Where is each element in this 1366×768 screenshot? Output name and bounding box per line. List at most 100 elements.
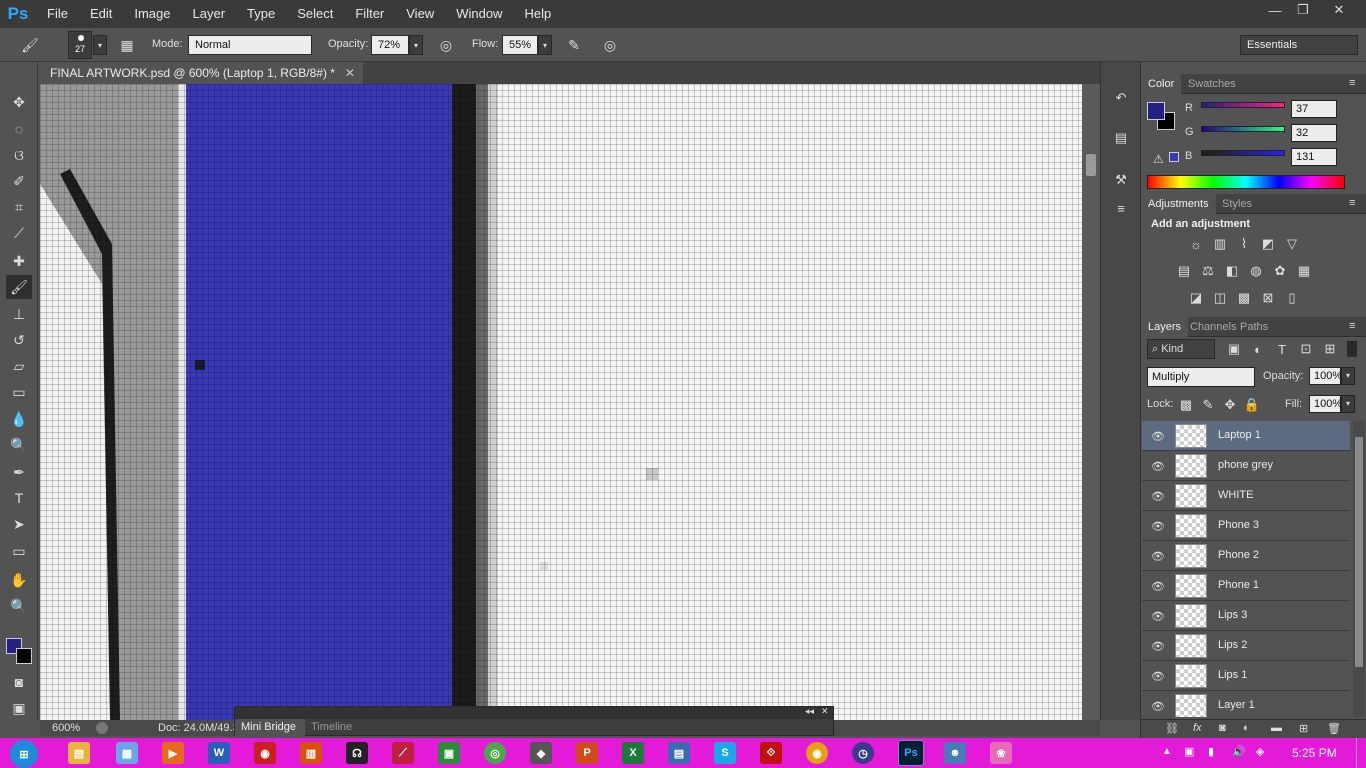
- layer-row[interactable]: 👁 Phone 2: [1142, 541, 1350, 571]
- flow-input[interactable]: 55%: [502, 35, 538, 55]
- threshold-icon[interactable]: ▩: [1235, 289, 1253, 307]
- menu-layer[interactable]: Layer: [182, 0, 237, 28]
- app-icon[interactable]: ⟋: [392, 742, 414, 764]
- brush-size-picker[interactable]: 27: [68, 31, 92, 59]
- close-panel-icon[interactable]: ✕: [821, 706, 829, 717]
- move-tool-icon[interactable]: ✥: [6, 90, 32, 114]
- app-icon[interactable]: ▣: [438, 742, 460, 764]
- powerpoint-icon[interactable]: P: [576, 742, 598, 764]
- menu-filter[interactable]: Filter: [344, 0, 395, 28]
- opacity-input[interactable]: 72%: [371, 35, 409, 55]
- panel-menu-icon[interactable]: ≡: [1349, 197, 1355, 209]
- channel-mixer-icon[interactable]: ✿: [1271, 262, 1289, 280]
- layer-row[interactable]: 👁 phone grey: [1142, 451, 1350, 481]
- layer-opacity-input[interactable]: 100%: [1309, 367, 1342, 385]
- gamut-warning-icon[interactable]: ⚠: [1153, 152, 1164, 166]
- tray-app-icon[interactable]: ▣: [1184, 745, 1194, 758]
- layer-row[interactable]: 👁 Lips 3: [1142, 601, 1350, 631]
- skype-icon[interactable]: S: [714, 742, 736, 764]
- zoom-level[interactable]: 600%: [52, 722, 80, 734]
- history-brush-tool-icon[interactable]: ↺: [6, 328, 32, 352]
- eye-icon[interactable]: 👁: [1151, 519, 1165, 533]
- filter-pixel-icon[interactable]: ▣: [1225, 340, 1243, 358]
- channel-g-input[interactable]: 32: [1291, 124, 1337, 142]
- network-icon[interactable]: ▮: [1208, 745, 1214, 758]
- channel-r-input[interactable]: 37: [1291, 100, 1337, 118]
- quick-selection-tool-icon[interactable]: ✐: [6, 169, 32, 193]
- eye-icon[interactable]: 👁: [1151, 489, 1165, 503]
- tray-expand-icon[interactable]: ▲: [1162, 746, 1172, 757]
- rectangle-tool-icon[interactable]: ▭: [6, 539, 32, 563]
- close-window-button[interactable]: ✕: [1324, 0, 1354, 20]
- eye-icon[interactable]: 👁: [1151, 429, 1165, 443]
- filter-adjustment-icon[interactable]: ◐: [1249, 340, 1267, 358]
- layers-scrollbar[interactable]: [1353, 421, 1365, 717]
- history-icon[interactable]: ↶: [1111, 88, 1131, 108]
- curves-icon[interactable]: ⌇: [1235, 235, 1253, 253]
- color-spectrum-ramp[interactable]: [1147, 175, 1345, 189]
- eye-icon[interactable]: 👁: [1151, 459, 1165, 473]
- fill-dropdown[interactable]: ▾: [1341, 395, 1355, 413]
- fx-icon[interactable]: fx: [1193, 722, 1202, 734]
- app-icon[interactable]: ◉: [806, 742, 828, 764]
- mode-select[interactable]: Normal: [188, 35, 312, 55]
- app-icon[interactable]: ❀: [990, 742, 1012, 764]
- color-panel-foreground-swatch[interactable]: [1147, 102, 1165, 120]
- workspace-select[interactable]: Essentials: [1240, 35, 1358, 55]
- tab-swatches[interactable]: Swatches: [1181, 74, 1243, 94]
- lock-all-icon[interactable]: 🔒: [1243, 396, 1261, 414]
- channel-b-input[interactable]: 131: [1291, 148, 1337, 166]
- vibrance-icon[interactable]: ▽: [1283, 235, 1301, 253]
- lock-transparency-icon[interactable]: ▩: [1177, 396, 1195, 414]
- layers-scroll-thumb[interactable]: [1355, 437, 1363, 667]
- explorer-icon[interactable]: ▤: [68, 742, 90, 764]
- menu-select[interactable]: Select: [286, 0, 344, 28]
- black-white-icon[interactable]: ◧: [1223, 262, 1241, 280]
- show-desktop-button[interactable]: [1356, 738, 1366, 768]
- tab-color[interactable]: Color: [1141, 74, 1182, 94]
- eye-icon[interactable]: 👁: [1151, 699, 1165, 713]
- tab-paths[interactable]: Paths: [1233, 317, 1275, 337]
- lock-image-icon[interactable]: ✎: [1199, 396, 1217, 414]
- eye-icon[interactable]: 👁: [1151, 579, 1165, 593]
- blend-mode-select[interactable]: Multiply: [1147, 367, 1255, 387]
- crop-tool-icon[interactable]: ⌗: [6, 195, 32, 219]
- path-selection-tool-icon[interactable]: ➤: [6, 512, 32, 536]
- brush-presets-icon[interactable]: ⚒: [1111, 170, 1131, 190]
- gradient-map-icon[interactable]: ▯: [1283, 289, 1301, 307]
- restore-button[interactable]: ❐: [1288, 0, 1318, 20]
- blur-tool-icon[interactable]: 💧: [6, 407, 32, 431]
- menu-view[interactable]: View: [395, 0, 445, 28]
- library-icon[interactable]: ▦: [116, 742, 138, 764]
- clock-app-icon[interactable]: ◷: [852, 742, 874, 764]
- flow-dropdown[interactable]: ▾: [538, 35, 552, 55]
- tab-styles[interactable]: Styles: [1215, 194, 1259, 214]
- type-tool-icon[interactable]: T: [6, 486, 32, 510]
- eye-icon[interactable]: 👁: [1151, 549, 1165, 563]
- filter-shape-icon[interactable]: ⊡: [1297, 340, 1315, 358]
- eye-icon[interactable]: 👁: [1151, 609, 1165, 623]
- acrobat-icon[interactable]: ⟐: [760, 742, 782, 764]
- delete-layer-icon[interactable]: 🗑: [1327, 722, 1341, 735]
- taskbar-clock[interactable]: 5:25 PM: [1292, 746, 1337, 760]
- lasso-tool-icon[interactable]: ଓ: [6, 143, 32, 167]
- opacity-dropdown[interactable]: ▾: [409, 35, 423, 55]
- chrome-icon[interactable]: ◎: [484, 742, 506, 764]
- collapse-icon[interactable]: ◂◂: [805, 706, 814, 717]
- background-color-swatch[interactable]: [16, 648, 32, 664]
- layer-row[interactable]: 👁 WHITE: [1142, 481, 1350, 511]
- eyedropper-tool-icon[interactable]: ⟋: [6, 221, 32, 245]
- panel-menu-icon[interactable]: ≡: [1349, 77, 1355, 89]
- new-adjustment-icon[interactable]: ◐: [1243, 722, 1250, 734]
- brightness-contrast-icon[interactable]: ☼: [1187, 235, 1205, 253]
- levels-icon[interactable]: ▥: [1211, 235, 1229, 253]
- close-tab-icon[interactable]: ✕: [345, 62, 355, 84]
- lock-position-icon[interactable]: ✥: [1221, 396, 1239, 414]
- quick-mask-icon[interactable]: ◙: [6, 670, 32, 694]
- invert-icon[interactable]: ◪: [1187, 289, 1205, 307]
- app-icon[interactable]: ◆: [530, 742, 552, 764]
- layer-row[interactable]: 👁 Laptop 1: [1142, 421, 1350, 451]
- healing-brush-tool-icon[interactable]: ✚: [6, 249, 32, 273]
- menu-type[interactable]: Type: [236, 0, 286, 28]
- exposure-icon[interactable]: ◩: [1259, 235, 1277, 253]
